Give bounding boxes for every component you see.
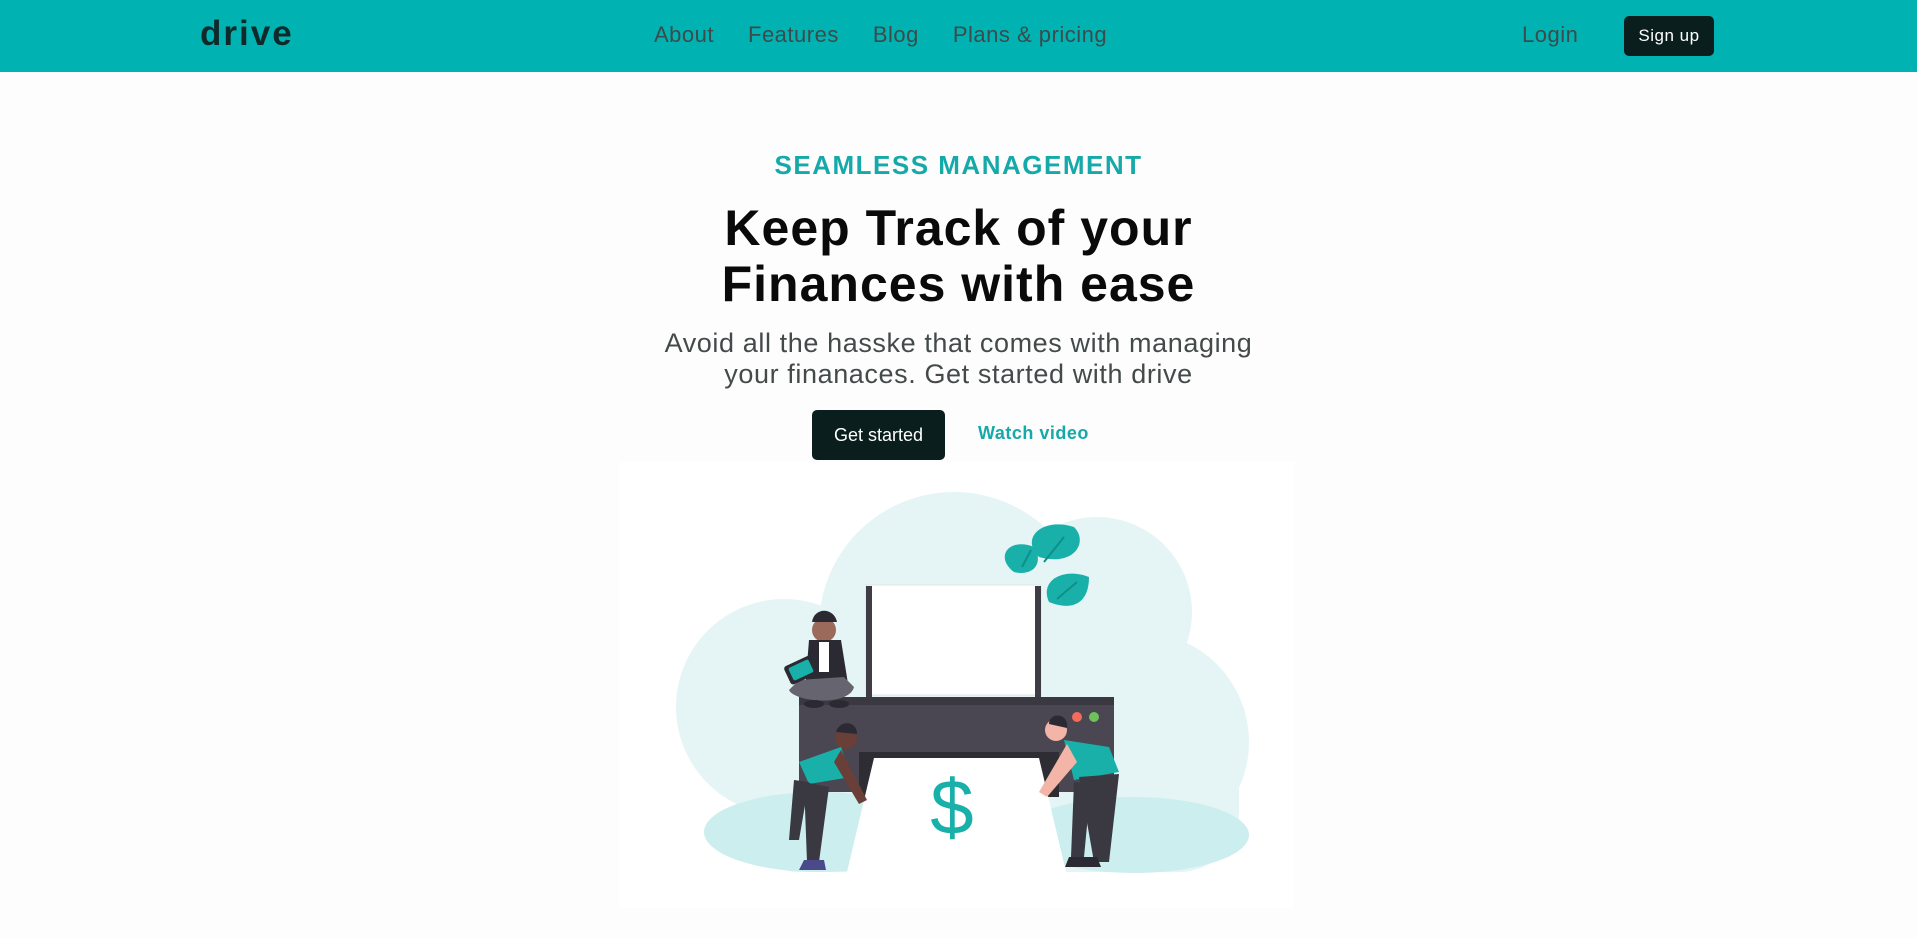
hero-illustration: $ bbox=[619, 462, 1294, 908]
hero-subtext-line-1: Avoid all the hasske that comes with man… bbox=[664, 328, 1253, 358]
hero-headline-line-1: Keep Track of your bbox=[724, 200, 1193, 256]
printer-frame-right bbox=[1035, 586, 1041, 699]
finance-printer-illustration: $ bbox=[676, 492, 1249, 873]
nav-link-plans-pricing[interactable]: Plans & pricing bbox=[953, 22, 1107, 48]
hero-section: SEAMLESS MANAGEMENT Keep Track of your F… bbox=[0, 72, 1917, 938]
hero-subtext-line-2: your finanaces. Get started with drive bbox=[724, 359, 1193, 389]
watch-video-link[interactable]: Watch video bbox=[978, 423, 1089, 444]
nav-link-about[interactable]: About bbox=[654, 22, 714, 48]
top-navbar: drive About Features Blog Plans & pricin… bbox=[0, 0, 1917, 72]
nav-link-blog[interactable]: Blog bbox=[873, 22, 919, 48]
login-link[interactable]: Login bbox=[1522, 22, 1578, 48]
printer-frame bbox=[866, 586, 872, 699]
brand-logo[interactable]: drive bbox=[200, 14, 294, 54]
nav-link-features[interactable]: Features bbox=[748, 22, 839, 48]
printer-light-red bbox=[1072, 712, 1082, 722]
main-nav: About Features Blog Plans & pricing bbox=[654, 22, 1107, 48]
hero-subtext: Avoid all the hasske that comes with man… bbox=[0, 328, 1917, 390]
hero-headline-line-2: Finances with ease bbox=[721, 256, 1196, 312]
get-started-button[interactable]: Get started bbox=[812, 410, 945, 460]
hero-eyebrow: SEAMLESS MANAGEMENT bbox=[774, 150, 1143, 180]
signup-button[interactable]: Sign up bbox=[1624, 16, 1714, 56]
printer-paper-top bbox=[865, 584, 1042, 696]
printer-light-green bbox=[1089, 712, 1099, 722]
dollar-sign-icon: $ bbox=[930, 763, 973, 851]
hero-headline: Keep Track of your Finances with ease bbox=[0, 200, 1917, 312]
